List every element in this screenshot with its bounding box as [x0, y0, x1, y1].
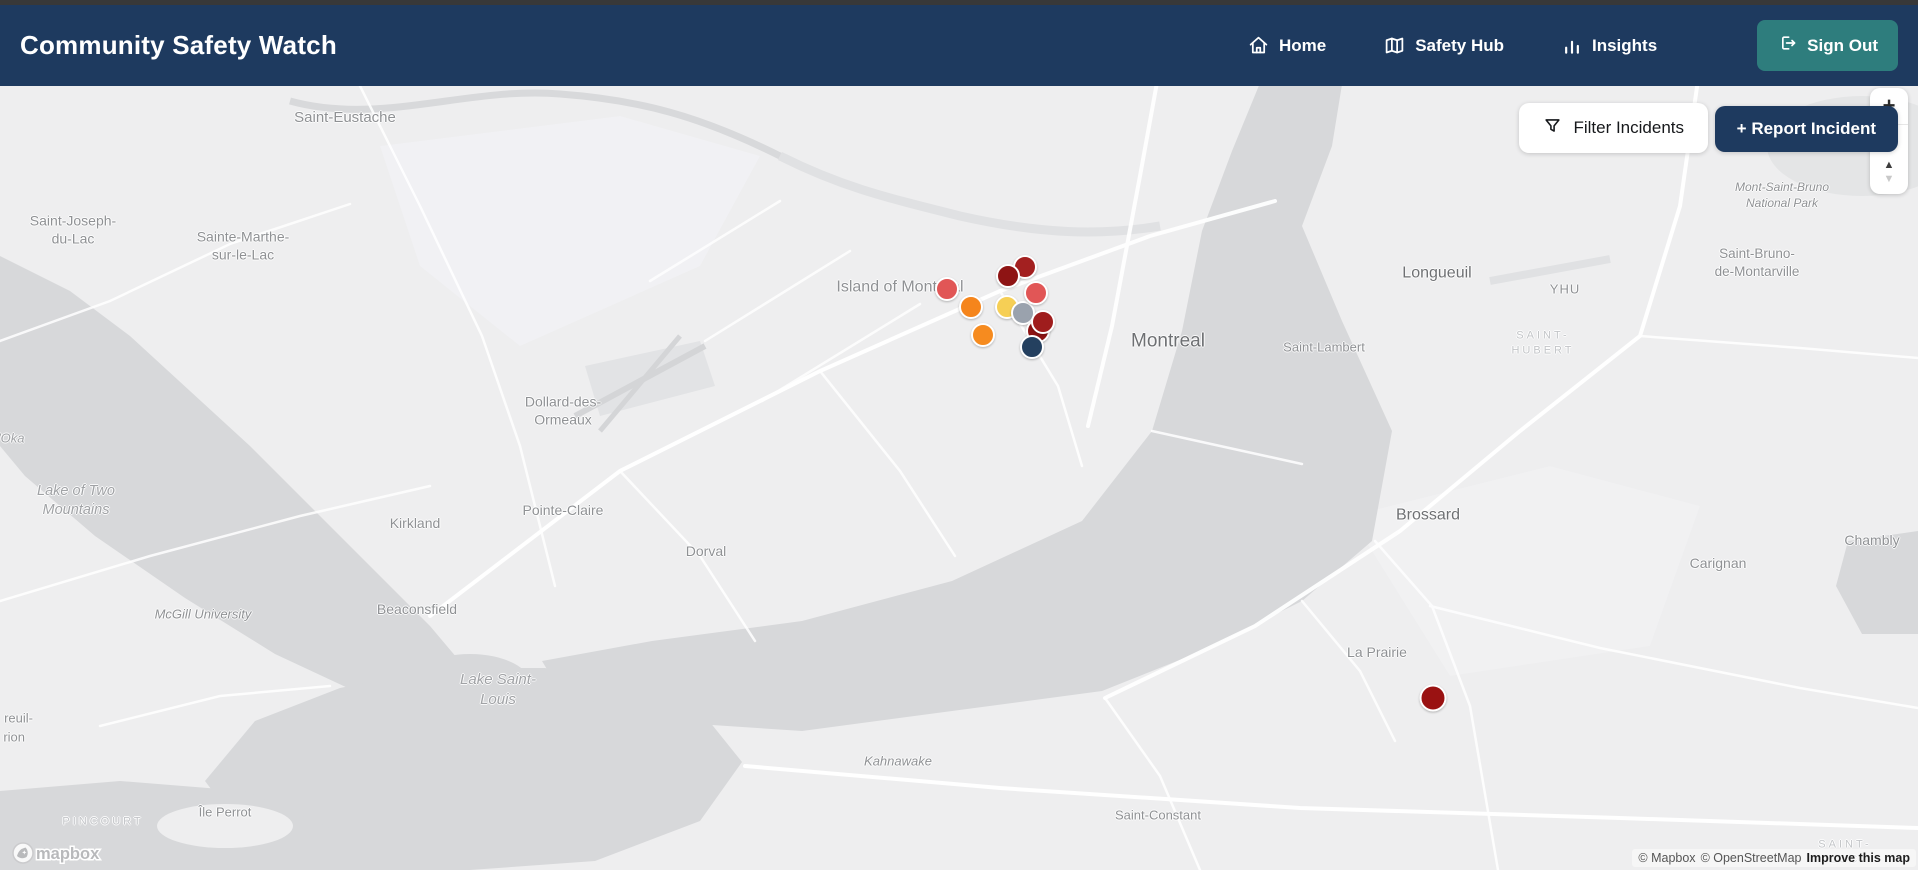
- map-label: Chambly: [1844, 531, 1900, 548]
- map-label: reuil-: [4, 710, 33, 726]
- map-label: Beaconsfield: [376, 600, 458, 617]
- map-label: Saint-Constant: [1115, 807, 1201, 823]
- step-up-arrow-icon[interactable]: ▲: [1884, 160, 1895, 171]
- report-incident-button[interactable]: + Report Incident: [1714, 106, 1898, 152]
- incident-marker[interactable]: [996, 264, 1020, 288]
- attribution-osm[interactable]: © OpenStreetMap: [1701, 851, 1802, 865]
- funnel-icon: [1543, 116, 1562, 140]
- map-label: Longueuil: [1402, 264, 1472, 282]
- map-label: Saint-Eustache: [294, 109, 396, 127]
- map-label: Île Perrot: [198, 804, 252, 820]
- map-label: Montreal: [1131, 330, 1205, 352]
- map-label: Saint-Lambert: [1283, 339, 1365, 355]
- sign-out-button[interactable]: Sign Out: [1757, 20, 1898, 71]
- map-label: SAINT- HUBERT: [1511, 329, 1575, 356]
- app-title: Community Safety Watch: [20, 30, 337, 60]
- map-label: Carignan: [1689, 554, 1747, 571]
- map-label: nal d'Oka: [0, 430, 25, 446]
- filter-incidents-button[interactable]: Filter Incidents: [1519, 103, 1708, 153]
- map-label: Saint-Joseph- du-Lac: [29, 212, 117, 247]
- nav-label: Home: [1278, 35, 1327, 55]
- map-label: rion: [3, 729, 25, 745]
- incident-marker[interactable]: [1020, 335, 1044, 359]
- map-label: Brossard: [1395, 506, 1461, 524]
- incident-marker[interactable]: [1024, 281, 1048, 305]
- map-label: La Prairie: [1347, 643, 1407, 660]
- map-label: Dorval: [685, 542, 727, 559]
- mapbox-logo-text: mapbox: [36, 845, 100, 863]
- mapbox-logo[interactable]: mapbox: [12, 841, 104, 865]
- map-label: YHU: [1549, 281, 1581, 297]
- map-label: McGill University: [154, 606, 252, 622]
- step-down-arrow-icon[interactable]: ▼: [1884, 174, 1895, 185]
- map-label: Pointe-Claire: [522, 501, 604, 518]
- main-nav: Home Safety Hub Insights Sign Out: [1248, 20, 1898, 71]
- map-label: Saint-Bruno- de-Montarville: [1714, 246, 1800, 279]
- app-header: Community Safety Watch Home Safety Hub I…: [0, 5, 1918, 86]
- incident-marker[interactable]: [1419, 684, 1447, 712]
- bar-chart-icon: [1562, 36, 1582, 56]
- attribution-improve-link[interactable]: Improve this map: [1807, 851, 1911, 865]
- report-incident-label: + Report Incident: [1736, 119, 1876, 138]
- basemap-graphics: [0, 86, 1918, 870]
- incident-marker[interactable]: [971, 323, 995, 347]
- map-icon: [1384, 35, 1405, 56]
- home-icon: [1248, 35, 1269, 56]
- attribution-mapbox[interactable]: © Mapbox: [1638, 851, 1695, 865]
- incident-marker[interactable]: [935, 277, 959, 301]
- map-label: Lake of Two Mountains: [37, 482, 115, 518]
- map-attribution: © Mapbox © OpenStreetMap Improve this ma…: [1632, 849, 1916, 867]
- nav-label: Insights: [1592, 35, 1658, 55]
- map-label: Kirkland: [389, 514, 441, 531]
- nav-label: Safety Hub: [1415, 35, 1504, 55]
- map-label: Kahnawake: [864, 753, 932, 769]
- map-label: Dollard-des- Ormeaux: [524, 393, 602, 428]
- incident-marker[interactable]: [1031, 310, 1055, 334]
- nav-item-home[interactable]: Home: [1248, 35, 1326, 56]
- map-canvas[interactable]: Saint-Eustache Saint-Joseph- du-Lac Sainte…: [0, 86, 1918, 870]
- nav-item-insights[interactable]: Insights: [1562, 36, 1657, 56]
- map-label: Lake Saint- Louis: [460, 671, 536, 708]
- filter-incidents-label: Filter Incidents: [1573, 118, 1684, 137]
- map-label: PINCOURT: [62, 815, 144, 828]
- logout-icon: [1777, 33, 1797, 58]
- nav-item-safety-hub[interactable]: Safety Hub: [1384, 35, 1504, 56]
- incident-marker[interactable]: [959, 295, 983, 319]
- map-label: Mont-Saint-Bruno National Park: [1734, 180, 1830, 210]
- sign-out-label: Sign Out: [1807, 35, 1878, 55]
- map-label: Sainte-Marthe- sur-le-Lac: [196, 228, 290, 263]
